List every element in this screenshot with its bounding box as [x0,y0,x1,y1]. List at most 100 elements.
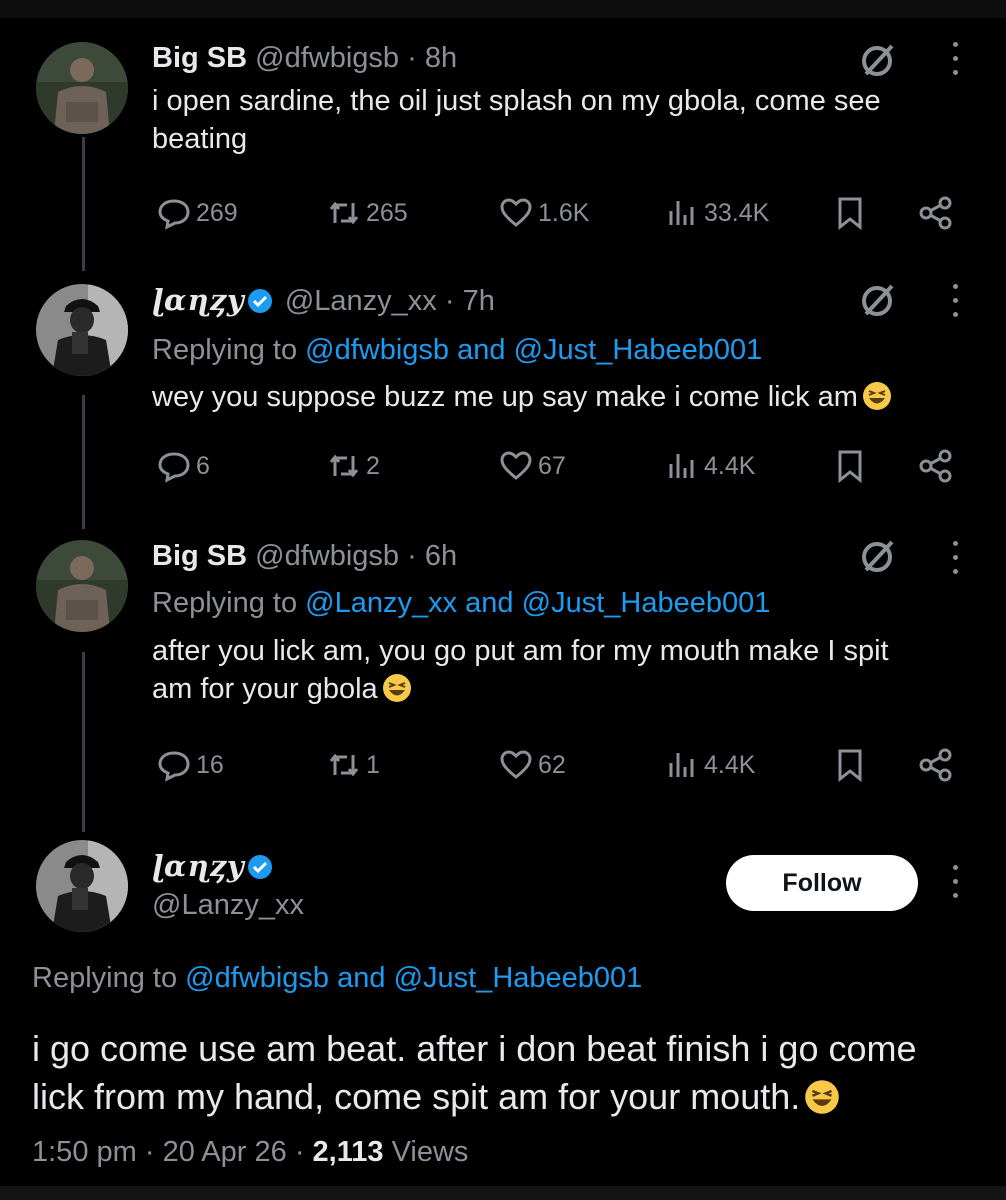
mention-link[interactable]: @dfwbigsb [185,962,329,994]
reply-count: 6 [196,451,210,480]
tweet-text-line: after you lick am, you go put am for my … [152,635,889,667]
replying-prefix: Replying to [152,587,298,619]
separator-dot: · [144,1136,155,1168]
mention-link[interactable]: @Just_Habeeb001 [522,587,771,619]
user-handle[interactable]: @Lanzy_xx [285,285,437,317]
bookmark-button[interactable] [832,446,872,486]
views-button[interactable]: 33.4K [664,193,769,233]
display-name[interactable]: Big SB [152,540,247,572]
reply-icon [158,452,190,483]
share-button[interactable] [918,446,958,486]
reply-count: 269 [196,198,238,227]
tweet-actions: 16 1 62 4.4K [156,745,956,785]
mention-link[interactable]: @Lanzy_xx [305,587,457,619]
bookmark-button[interactable] [832,193,872,233]
views-count: 4.4K [704,451,756,480]
tweet-text-content: am for your gbola [152,673,378,705]
retweet-count: 1 [366,750,380,779]
user-handle[interactable]: @Lanzy_xx [152,889,304,921]
separator-dot: · [294,1136,305,1168]
display-name[interactable]: ɭɑɳȥy [152,849,245,883]
tweet-time[interactable]: 8h [425,42,457,74]
reply-button[interactable]: 269 [156,193,238,233]
views-icon [669,753,694,777]
tweet-header: ɭɑɳȥy @Lanzy_xx · 7h [152,282,972,319]
grok-icon[interactable] [858,536,898,576]
views-count[interactable]: 2,113 [313,1136,384,1168]
more-options-icon[interactable] [948,42,962,78]
share-icon [919,449,952,483]
bookmark-icon [838,749,862,783]
separator-dot: · [444,285,455,317]
main-tweet-text: i go come use am beat. after i don beat … [32,1025,982,1121]
tweet-2: ɭɑɳȥy @Lanzy_xx · 7h Replying to @dfwbig… [152,282,972,416]
tweet-actions: 6 2 67 4.4K [156,446,956,486]
like-count: 62 [538,750,566,779]
replying-to: Replying to @dfwbigsb and @Just_Habeeb00… [32,962,642,995]
more-options-icon[interactable] [948,541,962,577]
retweet-button[interactable]: 1 [326,745,380,785]
display-name[interactable]: ɭɑɳȥy [152,283,245,317]
share-button[interactable] [918,745,958,785]
tweet-timestamp[interactable]: 1:50 pm [32,1136,137,1168]
like-button[interactable]: 67 [498,446,566,486]
share-button[interactable] [918,193,958,233]
thread-connector-line [82,652,85,832]
more-options-icon[interactable] [948,865,962,901]
retweet-button[interactable]: 2 [326,446,380,486]
tweet-header: Big SB @dfwbigsb · 8h [152,40,972,76]
follow-button[interactable]: Follow [726,855,918,911]
grok-icon[interactable] [858,40,898,80]
reply-button[interactable]: 6 [156,446,210,486]
reply-icon [158,751,190,782]
laughing-face-emoji [382,674,411,702]
tweet-date[interactable]: 20 Apr 26 [163,1136,287,1168]
views-count: 33.4K [704,198,770,227]
tweet-text-line-2: lick from my hand, come spit am for your… [32,1073,982,1121]
reply-button[interactable]: 16 [156,745,224,785]
like-button[interactable]: 1.6K [498,193,589,233]
retweet-icon [329,454,359,478]
tweet-text-line-2: am for your gbola [152,670,972,708]
bookmark-button[interactable] [832,745,872,785]
top-edge-bar [0,0,1006,18]
tweet-header: Big SB @dfwbigsb · 6h [152,538,972,574]
mention-link[interactable]: @Just_Habeeb001 [394,962,643,994]
grok-icon[interactable] [858,280,898,320]
avatar-photo-lanzy [36,840,128,932]
views-button[interactable]: 4.4K [664,745,755,785]
views-icon [669,454,694,478]
bottom-edge-bar [0,1186,1006,1200]
avatar-lanzy[interactable] [36,840,128,932]
user-handle[interactable]: @dfwbigsb [255,540,399,572]
verified-badge-icon [247,855,272,879]
display-name[interactable]: Big SB [152,42,247,74]
mention-link[interactable]: @dfwbigsb [305,334,449,366]
avatar-big-sb[interactable] [36,42,128,134]
avatar-lanzy[interactable] [36,284,128,376]
tweet-meta: 1:50 pm · 20 Apr 26 · 2,113 Views [32,1136,468,1169]
tweet-text: i open sardine, the oil just splash on m… [152,85,881,155]
tweet-time[interactable]: 7h [463,285,495,317]
replying-and[interactable]: and [465,587,513,619]
thread-connector-line [82,395,85,529]
mention-link[interactable]: @Just_Habeeb001 [514,334,763,366]
heart-icon [500,451,532,480]
user-handle[interactable]: @dfwbigsb [255,42,399,74]
avatar-photo-lanzy [36,284,128,376]
views-label: Views [391,1136,469,1168]
thread-connector-line [82,137,85,271]
avatar-big-sb[interactable] [36,540,128,632]
views-button[interactable]: 4.4K [664,446,755,486]
tweet-1: Big SB @dfwbigsb · 8h i open sardine, th… [152,40,972,158]
avatar-photo-big-sb [36,42,128,134]
replying-to: Replying to @Lanzy_xx and @Just_Habeeb00… [152,584,972,622]
retweet-button[interactable]: 265 [326,193,408,233]
replying-and[interactable]: and [457,334,505,366]
like-button[interactable]: 62 [498,745,566,785]
tweet-time[interactable]: 6h [425,540,457,572]
more-options-icon[interactable] [948,284,962,320]
tweet-text: after you lick am, you go put am for my … [152,632,972,708]
replying-prefix: Replying to [32,962,178,994]
replying-and[interactable]: and [337,962,385,994]
